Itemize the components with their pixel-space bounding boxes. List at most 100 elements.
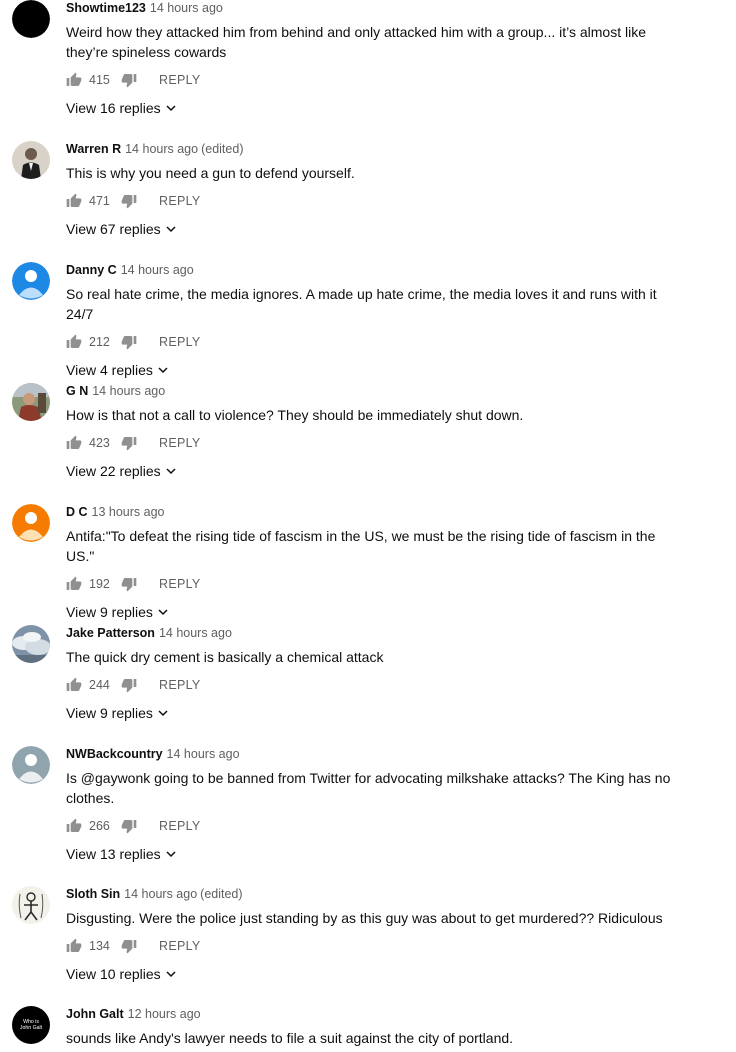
view-replies-button[interactable]: View 13 replies [66,844,177,864]
thumbs-up-icon [66,334,82,348]
reply-button[interactable]: REPLY [159,436,201,450]
dislike-button[interactable] [121,677,137,693]
dislike-button[interactable] [121,334,137,350]
comment-author[interactable]: Showtime123 [66,1,146,15]
comment-time[interactable]: 14 hours ago [150,1,223,15]
chevron-down-icon [166,226,176,233]
reply-button[interactable]: REPLY [159,335,201,349]
reply-button[interactable]: REPLY [159,819,201,833]
comment-time[interactable]: 14 hours ago [125,142,198,156]
comment-text: Weird how they attacked him from behind … [66,24,646,60]
view-replies-button[interactable]: View 10 replies [66,964,177,984]
chevron-down-icon [166,851,176,858]
view-replies-button[interactable]: View 22 replies [66,461,177,481]
avatar[interactable]: Who is John Galt [12,1006,50,1044]
comment-author[interactable]: NWBackcountry [66,747,163,761]
thumbs-down-icon [121,578,137,592]
like-count: 423 [89,436,110,450]
like-button[interactable] [66,938,82,954]
comment-time[interactable]: 14 hours ago [121,263,194,277]
avatar[interactable] [12,383,50,421]
comment-author[interactable]: Danny C [66,263,117,277]
comment-author[interactable]: G N [66,384,88,398]
like-button[interactable] [66,193,82,209]
chevron-down-icon [166,468,176,475]
avatar[interactable] [12,262,50,300]
reply-button[interactable]: REPLY [159,577,201,591]
thumbs-up-icon [66,818,82,832]
like-count: 134 [89,939,110,953]
comment-author[interactable]: Warren R [66,142,121,156]
view-replies-button[interactable]: View 16 replies [66,98,177,118]
like-count: 212 [89,335,110,349]
view-replies-label: View 10 replies [66,966,161,982]
thumbs-up-icon [66,72,82,86]
like-button[interactable] [66,677,82,693]
comment-text: Is @gaywonk going to be banned from Twit… [66,770,671,806]
reply-button[interactable]: REPLY [159,678,201,692]
thumbs-down-icon [121,74,137,88]
like-button[interactable] [66,334,82,350]
comment-author[interactable]: John Galt [66,1007,124,1021]
comment-time[interactable]: 13 hours ago [92,505,165,519]
reply-button[interactable]: REPLY [159,194,201,208]
reply-button[interactable]: REPLY [159,939,201,953]
comment-time[interactable]: 14 hours ago [92,384,165,398]
view-replies-label: View 4 replies [66,362,153,378]
view-replies-label: View 9 replies [66,604,153,620]
thumbs-down-icon [121,679,137,693]
chevron-down-icon [166,105,176,112]
chevron-down-icon [166,971,176,978]
dislike-button[interactable] [121,938,137,954]
thumbs-down-icon [121,940,137,954]
dislike-button[interactable] [121,435,137,451]
like-button[interactable] [66,435,82,451]
view-replies-button[interactable]: View 9 replies [66,602,169,622]
like-count: 266 [89,819,110,833]
comment-text: This is why you need a gun to defend you… [66,165,355,181]
dislike-button[interactable] [121,576,137,592]
thumbs-down-icon [121,437,137,451]
view-replies-button[interactable]: View 4 replies [66,360,169,380]
view-replies-button[interactable]: View 9 replies [66,703,169,723]
thumbs-up-icon [66,193,82,207]
comment-time[interactable]: 14 hours ago [124,887,197,901]
comment-text: Disgusting. Were the police just standin… [66,910,663,926]
comment-time[interactable]: 14 hours ago [159,626,232,640]
dislike-button[interactable] [121,818,137,834]
avatar[interactable] [12,141,50,179]
thumbs-up-icon [66,677,82,691]
thumbs-up-icon [66,576,82,590]
comment-author[interactable]: D C [66,505,88,519]
avatar[interactable] [12,886,50,924]
view-replies-label: View 13 replies [66,846,161,862]
chevron-down-icon [158,609,168,616]
avatar[interactable] [12,625,50,663]
view-replies-label: View 22 replies [66,463,161,479]
dislike-button[interactable] [121,72,137,88]
comment-author[interactable]: Jake Patterson [66,626,155,640]
view-replies-label: View 16 replies [66,100,161,116]
comment-text: The quick dry cement is basically a chem… [66,649,384,665]
thumbs-down-icon [121,195,137,209]
comment-text: sounds like Andy's lawyer needs to file … [66,1030,514,1046]
view-replies-button[interactable]: View 67 replies [66,219,177,239]
comment-actions: 471 REPLY [66,191,716,211]
reply-button[interactable]: REPLY [159,73,201,87]
comment-time[interactable]: 14 hours ago [167,747,240,761]
thumbs-down-icon [121,820,137,834]
like-button[interactable] [66,818,82,834]
avatar[interactable] [12,504,50,542]
like-button[interactable] [66,576,82,592]
comment-text: So real hate crime, the media ignores. A… [66,286,657,322]
like-button[interactable] [66,72,82,88]
view-replies-label: View 67 replies [66,221,161,237]
avatar[interactable] [12,0,50,38]
dislike-button[interactable] [121,193,137,209]
view-replies-label: View 9 replies [66,705,153,721]
chevron-down-icon [158,367,168,374]
comment-author[interactable]: Sloth Sin [66,887,120,901]
comment-time[interactable]: 12 hours ago [128,1007,201,1021]
avatar[interactable] [12,746,50,784]
comment-actions: 212 REPLY [66,332,716,352]
